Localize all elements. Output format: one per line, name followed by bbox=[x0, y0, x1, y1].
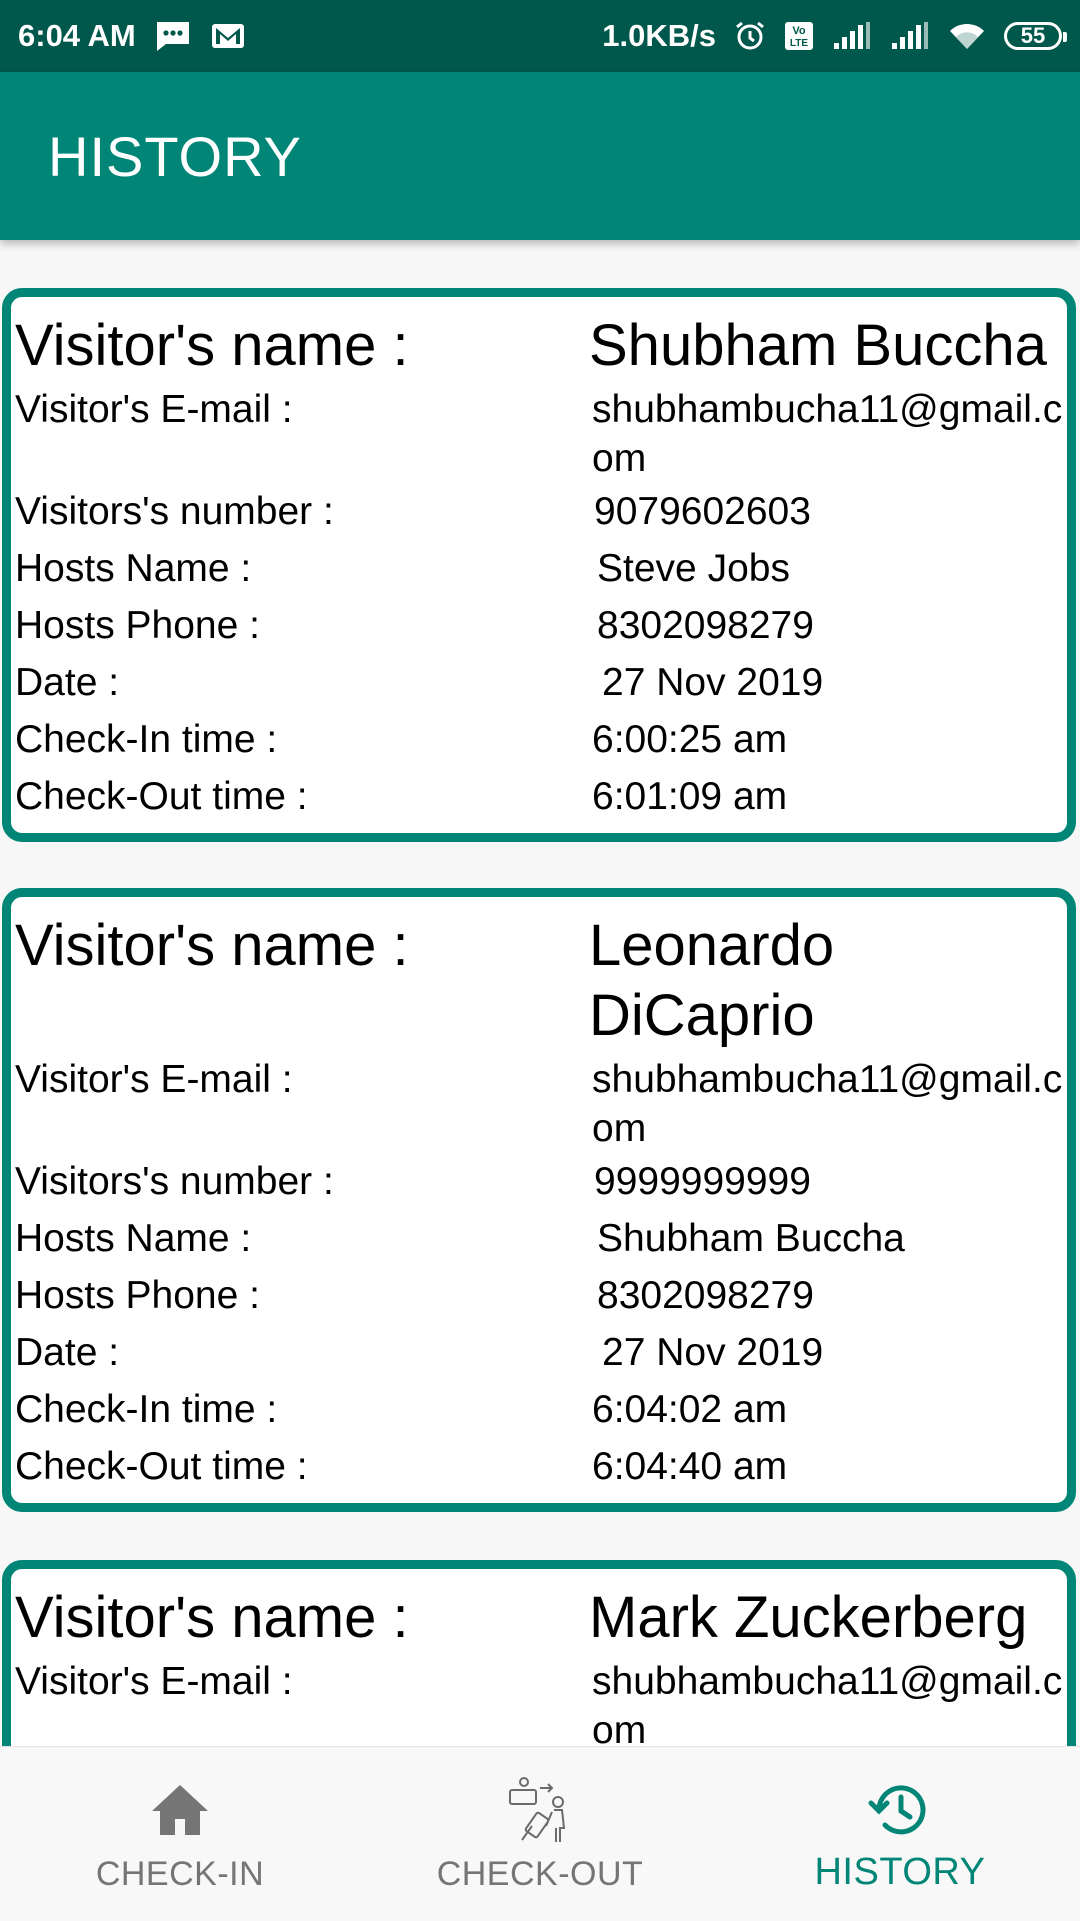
checkout-value: 6:01:09 am bbox=[592, 775, 788, 818]
visitor-number-label: Visitors's number : bbox=[15, 490, 334, 533]
checkin-label: Check-In time : bbox=[15, 1388, 278, 1431]
battery-level: 55 bbox=[1020, 23, 1046, 48]
status-bar-left: 6:04 AM bbox=[18, 18, 246, 54]
nav-history[interactable]: HISTORY bbox=[720, 1747, 1080, 1921]
history-card[interactable]: Visitor's name : Leonardo DiCaprio Visit… bbox=[2, 888, 1076, 1512]
bottom-navigation: CHECK-IN CHECK-OUT HISTORY bbox=[0, 1746, 1080, 1921]
app-bar: HISTORY bbox=[0, 72, 1080, 240]
history-icon bbox=[867, 1777, 933, 1843]
checkout-row: Check-Out time : 6:04:40 am bbox=[15, 1438, 1063, 1495]
visitor-name-row: Visitor's name : Leonardo DiCaprio bbox=[15, 911, 1063, 1051]
host-name-row: Hosts Name : Shubham Buccha bbox=[15, 1210, 1063, 1267]
visitor-email-value: shubhambucha11@gmail.com bbox=[592, 388, 1063, 480]
visitor-number-label: Visitors's number : bbox=[15, 1160, 334, 1203]
status-bar: 6:04 AM 1.0KB/s Vo LTE 55 bbox=[0, 0, 1080, 72]
visitor-email-row: Visitor's E-mail : shubhambucha11@gmail.… bbox=[15, 1051, 1063, 1153]
date-row: Date : 27 Nov 2019 bbox=[15, 1324, 1063, 1381]
checkout-row: Check-Out time : 6:01:09 am bbox=[15, 768, 1063, 825]
checkin-row: Check-In time : 6:04:02 am bbox=[15, 1381, 1063, 1438]
network-speed: 1.0KB/s bbox=[602, 18, 716, 53]
host-name-value: Shubham Buccha bbox=[597, 1217, 905, 1260]
visitor-name-value: Mark Zuckerberg bbox=[589, 1585, 1028, 1650]
visitor-email-label: Visitor's E-mail : bbox=[15, 388, 293, 431]
visitor-name-row: Visitor's name : Mark Zuckerberg bbox=[15, 1583, 1063, 1653]
visitor-email-label: Visitor's E-mail : bbox=[15, 1660, 293, 1703]
host-phone-label: Hosts Phone : bbox=[15, 1274, 260, 1317]
nav-check-out-label: CHECK-OUT bbox=[436, 1855, 644, 1893]
visitor-name-value: Leonardo DiCaprio bbox=[589, 913, 835, 1048]
host-phone-row: Hosts Phone : 8302098279 bbox=[15, 597, 1063, 654]
signal-icon bbox=[832, 21, 872, 51]
history-card[interactable]: Visitor's name : Mark Zuckerberg Visitor… bbox=[2, 1560, 1076, 1746]
checkin-value: 6:00:25 am bbox=[592, 718, 788, 761]
message-icon bbox=[154, 20, 192, 52]
page-title: HISTORY bbox=[48, 124, 302, 188]
nav-check-in[interactable]: CHECK-IN bbox=[0, 1747, 360, 1921]
checkin-value: 6:04:02 am bbox=[592, 1388, 788, 1431]
date-label: Date : bbox=[15, 661, 120, 704]
visitor-email-label: Visitor's E-mail : bbox=[15, 1058, 293, 1101]
host-name-label: Hosts Name : bbox=[15, 1217, 252, 1260]
home-icon bbox=[148, 1777, 212, 1843]
visitor-email-value: shubhambucha11@gmail.com bbox=[592, 1660, 1063, 1746]
visitor-number-row: Visitors's number : 9999999999 bbox=[15, 1153, 1063, 1210]
visitor-name-label: Visitor's name : bbox=[15, 313, 409, 378]
visitor-email-row: Visitor's E-mail : shubhambucha11@gmail.… bbox=[15, 1653, 1063, 1746]
checkin-row: Check-In time : 6:00:25 am bbox=[15, 711, 1063, 768]
checkout-person-icon bbox=[504, 1777, 576, 1843]
visitor-number-value: 9999999999 bbox=[594, 1160, 811, 1203]
date-value: 27 Nov 2019 bbox=[602, 661, 824, 704]
checkout-label: Check-Out time : bbox=[15, 775, 308, 818]
alarm-icon bbox=[734, 20, 766, 52]
nav-check-in-label: CHECK-IN bbox=[95, 1855, 265, 1893]
battery-icon: 55 bbox=[1004, 22, 1067, 50]
date-row: Date : 27 Nov 2019 bbox=[15, 654, 1063, 711]
svg-text:Vo: Vo bbox=[792, 25, 806, 37]
gmail-icon bbox=[210, 22, 246, 50]
host-name-row: Hosts Name : Steve Jobs bbox=[15, 540, 1063, 597]
host-phone-value: 8302098279 bbox=[597, 1274, 814, 1317]
checkout-label: Check-Out time : bbox=[15, 1445, 308, 1488]
wifi-icon bbox=[948, 21, 986, 51]
svg-text:LTE: LTE bbox=[790, 38, 808, 49]
nav-history-label: HISTORY bbox=[814, 1851, 986, 1893]
signal-icon bbox=[890, 21, 930, 51]
visitor-email-value: shubhambucha11@gmail.com bbox=[592, 1058, 1063, 1150]
host-phone-value: 8302098279 bbox=[597, 604, 814, 647]
visitor-email-row: Visitor's E-mail : shubhambucha11@gmail.… bbox=[15, 381, 1063, 483]
visitor-name-value: Shubham Buccha bbox=[589, 313, 1047, 378]
status-bar-right: 1.0KB/s Vo LTE 55 bbox=[602, 18, 1067, 54]
checkin-label: Check-In time : bbox=[15, 718, 278, 761]
host-name-value: Steve Jobs bbox=[597, 547, 790, 590]
history-card[interactable]: Visitor's name : Shubham Buccha Visitor'… bbox=[2, 288, 1076, 842]
volte-icon: Vo LTE bbox=[784, 21, 814, 51]
visitor-name-label: Visitor's name : bbox=[15, 913, 409, 978]
visitor-name-row: Visitor's name : Shubham Buccha bbox=[15, 311, 1063, 381]
date-label: Date : bbox=[15, 1331, 120, 1374]
status-time: 6:04 AM bbox=[18, 18, 136, 53]
checkout-value: 6:04:40 am bbox=[592, 1445, 788, 1488]
nav-check-out[interactable]: CHECK-OUT bbox=[360, 1747, 720, 1921]
host-phone-label: Hosts Phone : bbox=[15, 604, 260, 647]
history-list[interactable]: Visitor's name : Shubham Buccha Visitor'… bbox=[0, 240, 1080, 1746]
visitor-number-value: 9079602603 bbox=[594, 490, 811, 533]
host-name-label: Hosts Name : bbox=[15, 547, 252, 590]
host-phone-row: Hosts Phone : 8302098279 bbox=[15, 1267, 1063, 1324]
visitor-number-row: Visitors's number : 9079602603 bbox=[15, 483, 1063, 540]
date-value: 27 Nov 2019 bbox=[602, 1331, 824, 1374]
visitor-name-label: Visitor's name : bbox=[15, 1585, 409, 1650]
